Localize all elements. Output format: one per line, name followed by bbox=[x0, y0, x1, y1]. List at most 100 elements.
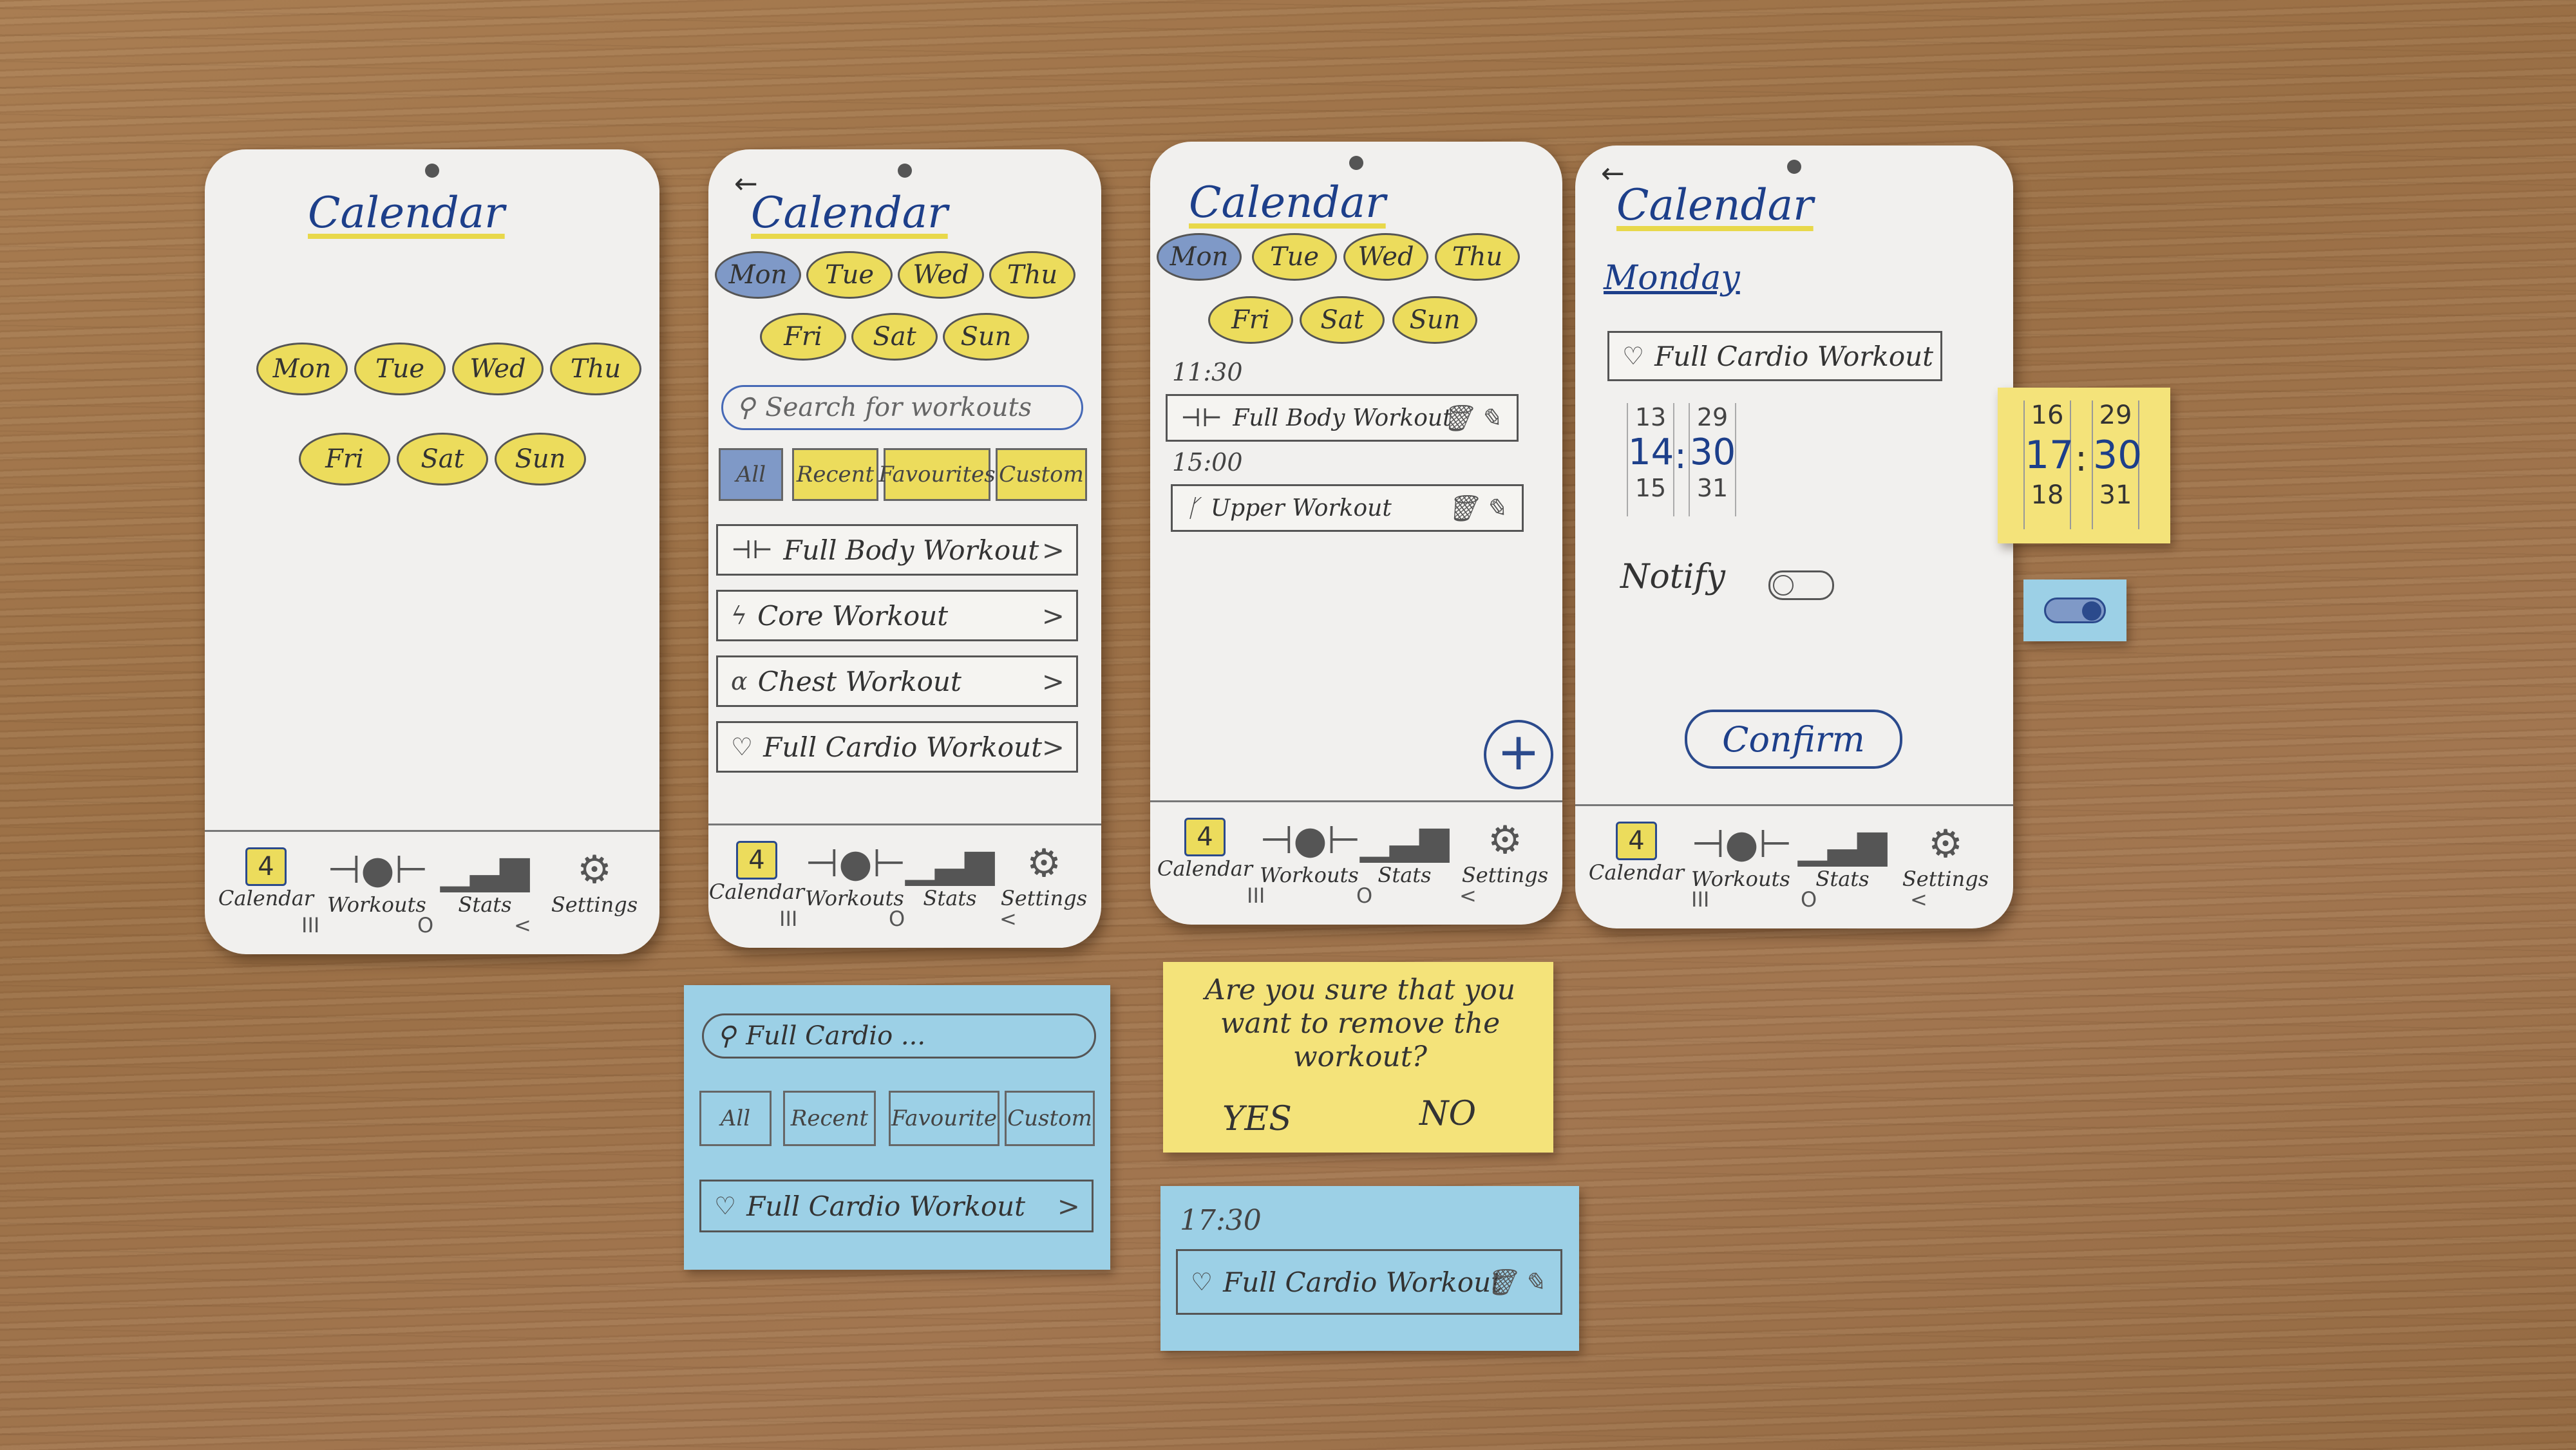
home-button[interactable]: O bbox=[1801, 887, 1817, 912]
day-fri[interactable]: Fri bbox=[760, 313, 846, 361]
day-mon[interactable]: Mon bbox=[1157, 233, 1242, 281]
dumbbell-icon: ⊣●⊢ bbox=[1260, 818, 1361, 863]
trash-icon[interactable]: 🗑 bbox=[1446, 494, 1485, 523]
filter-recent[interactable]: Recent bbox=[783, 1091, 876, 1146]
dialog-yes-button[interactable]: YES bbox=[1222, 1100, 1292, 1138]
scheduled-workout-row[interactable]: ᚴ Upper Workout 🗑✎ bbox=[1171, 484, 1524, 532]
system-back-button[interactable]: < bbox=[1910, 887, 1927, 912]
workout-name: Full Cardio Workout bbox=[763, 731, 1043, 763]
confirm-button[interactable]: Confirm bbox=[1685, 710, 1902, 769]
dialog-question: Are you sure that you want to remove the… bbox=[1204, 974, 1516, 1073]
filter-recent[interactable]: Recent bbox=[792, 448, 878, 501]
day-wed[interactable]: Wed bbox=[1343, 233, 1428, 281]
day-sun[interactable]: Sun bbox=[1392, 296, 1477, 344]
nav-settings[interactable]: ⚙ Settings bbox=[546, 847, 643, 917]
pencil-icon[interactable]: ✎ bbox=[1484, 494, 1513, 523]
search-input[interactable]: ⚲ Full Cardio ... bbox=[702, 1013, 1096, 1059]
nav-calendar[interactable]: 4 Calendar bbox=[218, 847, 314, 910]
home-button[interactable]: O bbox=[417, 913, 433, 937]
selected-workout[interactable]: ♡ Full Cardio Workout bbox=[1607, 331, 1942, 381]
recents-button[interactable]: III bbox=[301, 913, 319, 937]
day-sat[interactable]: Sat bbox=[1300, 296, 1385, 344]
day-tue[interactable]: Tue bbox=[1252, 233, 1337, 281]
chevron-right-icon: > bbox=[1041, 731, 1065, 763]
notify-toggle[interactable] bbox=[1768, 570, 1834, 600]
day-sat[interactable]: Sat bbox=[397, 433, 488, 485]
day-fri[interactable]: Fri bbox=[299, 433, 390, 485]
search-result-row[interactable]: ♡ Full Cardio Workout > bbox=[699, 1180, 1094, 1232]
time-picker[interactable]: 13 14 15 : 29 30 31 bbox=[1614, 403, 1743, 519]
home-button[interactable]: O bbox=[1356, 883, 1372, 908]
filter-all[interactable]: All bbox=[719, 448, 783, 501]
nav-stats[interactable]: ▁▃▆ Stats bbox=[437, 847, 533, 917]
day-thu[interactable]: Thu bbox=[989, 251, 1075, 299]
workout-row-full-cardio[interactable]: ♡ Full Cardio Workout > bbox=[716, 721, 1078, 773]
nav-settings[interactable]: ⚙ Settings bbox=[1897, 822, 1994, 891]
filter-favourites[interactable]: Favourites bbox=[878, 448, 996, 501]
trash-icon[interactable]: 🗑 bbox=[1441, 404, 1480, 433]
hour-current: 17 bbox=[2025, 433, 2074, 478]
day-sat[interactable]: Sat bbox=[851, 313, 938, 361]
nav-workouts[interactable]: ⊣●⊢ Workouts bbox=[327, 847, 428, 917]
filter-custom[interactable]: Custom bbox=[996, 448, 1087, 501]
scheduled-workout-row[interactable]: ⊣⊢ Full Body Workout 🗑✎ bbox=[1166, 394, 1519, 442]
pencil-icon[interactable]: ✎ bbox=[1479, 404, 1508, 433]
nav-settings[interactable]: ⚙ Settings bbox=[996, 841, 1092, 910]
calendar-icon: 4 bbox=[1616, 822, 1657, 860]
recents-button[interactable]: III bbox=[1691, 887, 1709, 912]
trash-icon[interactable]: 🗑 bbox=[1484, 1268, 1524, 1297]
nav-stats[interactable]: ▁▃▆ Stats bbox=[1356, 818, 1453, 887]
nav-calendar[interactable]: 4 Calendar bbox=[1157, 818, 1253, 881]
heart-icon: ♡ bbox=[1191, 1268, 1213, 1296]
row-actions: 🗑✎ bbox=[1446, 493, 1513, 523]
chevron-right-icon: > bbox=[1041, 599, 1065, 632]
notify-toggle[interactable] bbox=[2044, 598, 2106, 623]
nav-stats[interactable]: ▁▃▆ Stats bbox=[1794, 822, 1891, 891]
day-tue[interactable]: Tue bbox=[806, 251, 893, 299]
nav-workouts[interactable]: ⊣●⊢ Workouts bbox=[1260, 818, 1361, 887]
day-thu[interactable]: Thu bbox=[550, 343, 641, 395]
day-wed[interactable]: Wed bbox=[898, 251, 984, 299]
minute-next: 31 bbox=[2099, 480, 2132, 510]
day-mon[interactable]: Mon bbox=[715, 251, 801, 299]
workout-name: Full Body Workout bbox=[1233, 404, 1452, 431]
system-back-button[interactable]: < bbox=[999, 907, 1017, 931]
search-input[interactable]: ⚲ Search for workouts bbox=[721, 385, 1083, 430]
add-workout-button[interactable]: + bbox=[1484, 720, 1553, 789]
nav-workouts[interactable]: ⊣●⊢ Workouts bbox=[1691, 822, 1792, 891]
system-back-button[interactable]: < bbox=[1459, 883, 1477, 908]
nav-stats[interactable]: ▁▃▆ Stats bbox=[902, 841, 998, 910]
day-tue[interactable]: Tue bbox=[354, 343, 446, 395]
nav-settings[interactable]: ⚙ Settings bbox=[1457, 818, 1553, 887]
page-title: Calendar bbox=[1616, 180, 1814, 230]
day-fri[interactable]: Fri bbox=[1208, 296, 1293, 344]
day-thu[interactable]: Thu bbox=[1435, 233, 1520, 281]
system-back-button[interactable]: < bbox=[514, 913, 531, 937]
home-button[interactable]: O bbox=[889, 907, 905, 931]
minute-column[interactable]: 29 30 31 bbox=[1689, 403, 1736, 516]
page-title: Calendar bbox=[751, 188, 948, 238]
row-actions: 🗑✎ bbox=[1441, 403, 1508, 433]
pencil-icon[interactable]: ✎ bbox=[1523, 1268, 1551, 1297]
filter-custom[interactable]: Custom bbox=[1005, 1091, 1095, 1146]
day-mon[interactable]: Mon bbox=[256, 343, 348, 395]
filter-all[interactable]: All bbox=[699, 1091, 772, 1146]
filter-favourite[interactable]: Favourite bbox=[889, 1091, 999, 1146]
recents-button[interactable]: III bbox=[1247, 883, 1265, 908]
nav-workouts[interactable]: ⊣●⊢ Workouts bbox=[805, 841, 906, 910]
hour-column[interactable]: 16 17 18 bbox=[2023, 400, 2074, 529]
recents-button[interactable]: III bbox=[779, 907, 797, 931]
dialog-no-button[interactable]: NO bbox=[1419, 1095, 1476, 1133]
workout-row-chest[interactable]: ɑ Chest Workout > bbox=[716, 655, 1078, 707]
scheduled-workout-row[interactable]: ♡ Full Cardio Workout 🗑✎ bbox=[1176, 1249, 1562, 1315]
minute-column[interactable]: 29 30 31 bbox=[2092, 400, 2142, 529]
gear-icon: ⚙ bbox=[1027, 841, 1061, 886]
nav-calendar[interactable]: 4 Calendar bbox=[708, 841, 805, 904]
workout-row-core[interactable]: ϟ Core Workout > bbox=[716, 590, 1078, 641]
day-sun[interactable]: Sun bbox=[943, 313, 1029, 361]
day-sun[interactable]: Sun bbox=[495, 433, 586, 485]
nav-calendar[interactable]: 4 Calendar bbox=[1588, 822, 1685, 885]
workout-row-full-body[interactable]: ⊣⊢ Full Body Workout > bbox=[716, 524, 1078, 576]
day-wed[interactable]: Wed bbox=[452, 343, 544, 395]
hour-column[interactable]: 13 14 15 bbox=[1627, 403, 1674, 516]
